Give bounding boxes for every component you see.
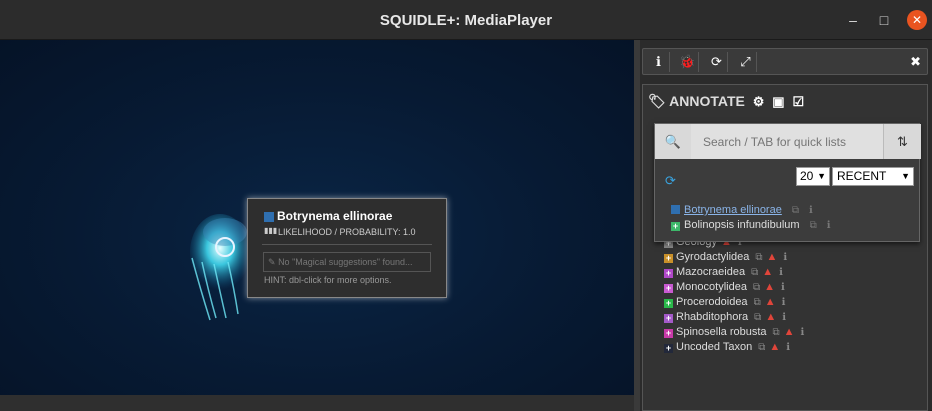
likelihood-text: LIKELIHOOD / PROBABILITY: 1.0 (278, 227, 416, 237)
warning-icon: ▲ (769, 341, 781, 353)
plus-icon[interactable]: + (664, 254, 673, 263)
annotate-title: ANNOTATE (669, 93, 745, 109)
title-bar: SQUIDLE+: MediaPlayer – □ ✕ (0, 0, 932, 40)
warning-icon: ▲ (764, 296, 776, 308)
close-window-button[interactable]: ✕ (907, 10, 927, 30)
minimize-button[interactable]: – (843, 10, 863, 30)
list-select[interactable]: RECENT ▼ (832, 167, 914, 186)
info-icon[interactable]: ℹ (801, 327, 805, 338)
side-panel: ℹ 🐞 ⟳ ⤢ ✖ 🏷 ANNOTATE ⚙ ▣ ☑ + Geology ▲ ℹ + G… (640, 40, 932, 411)
annotation-popup: Botrynema ellinorae ▮▮▮ LIKELIHOOD / PRO… (247, 198, 447, 298)
quick-item[interactable]: + Bolinopsis infundibulum ⧉ ℹ (671, 219, 831, 231)
info-icon[interactable]: ℹ (648, 52, 670, 72)
plus-icon[interactable]: + (664, 344, 673, 353)
class-row[interactable]: + Mazocraeidea ⧉ ▲ ℹ (664, 266, 783, 281)
copy-icon[interactable]: ⧉ (758, 342, 765, 353)
class-label: Mazocraeidea (676, 266, 746, 278)
search-icon[interactable]: 🔍 (655, 124, 691, 159)
class-label: Uncoded Taxon (676, 341, 753, 353)
jellyfish-image (190, 214, 250, 321)
copy-icon[interactable]: ⧉ (753, 282, 760, 293)
class-label: Spinosella robusta (676, 326, 767, 338)
search-input[interactable] (691, 124, 883, 159)
close-icon[interactable]: ✖ (910, 52, 921, 72)
info-icon[interactable]: ℹ (781, 282, 785, 293)
class-label: Procerodoidea (676, 296, 748, 308)
list-value: RECENT (837, 169, 887, 183)
count-select[interactable]: 20 ▼ (796, 167, 830, 186)
info-icon[interactable]: ℹ (782, 312, 786, 323)
copy-icon[interactable]: ⧉ (810, 220, 817, 231)
tags-icon: 🏷 (648, 93, 666, 109)
plus-icon[interactable]: + (664, 329, 673, 338)
wand-icon: ✎ (268, 257, 276, 267)
class-label: Gyrodactylidea (676, 251, 750, 263)
info-icon[interactable]: ℹ (782, 297, 786, 308)
class-row[interactable]: + Procerodoidea ⧉ ▲ ℹ (664, 296, 785, 311)
quick-item-label[interactable]: Botrynema ellinorae (684, 204, 782, 216)
window-title: SQUIDLE+: MediaPlayer (379, 12, 553, 29)
color-swatch (671, 205, 680, 214)
video-frame[interactable]: Botrynema ellinorae ▮▮▮ LIKELIHOOD / PRO… (0, 40, 634, 395)
quick-search-dropdown: 🔍 ⇅ ⟳ 20▼ RECENT▼ Botrynema ellinorae⧉ℹ … (654, 123, 921, 242)
class-label: Rhabditophora (676, 311, 749, 323)
copy-icon[interactable]: ⧉ (773, 327, 780, 338)
suggestions-text: No "Magical suggestions" found... (278, 257, 413, 267)
class-row[interactable]: + Monocotylidea ⧉ ▲ ℹ (664, 281, 785, 296)
copy-icon[interactable]: ⧉ (754, 297, 761, 308)
panel-toolbar: ℹ 🐞 ⟳ ⤢ ✖ (642, 48, 928, 75)
bug-icon[interactable]: 🐞 (677, 52, 699, 72)
copy-icon[interactable]: ⧉ (754, 312, 761, 323)
copy-icon[interactable]: ⧉ (751, 267, 758, 278)
check-square-icon[interactable]: ☑ (792, 94, 804, 109)
class-row[interactable]: + Spinosella robusta ⧉ ▲ ℹ (664, 326, 804, 341)
chevron-down-icon: ▼ (817, 171, 826, 181)
plus-icon[interactable]: + (664, 299, 673, 308)
label-name[interactable]: Botrynema ellinorae (277, 209, 392, 223)
expand-icon[interactable]: ⤢ (735, 52, 757, 72)
class-row[interactable]: + Rhabditophora ⧉ ▲ ℹ (664, 311, 786, 326)
annotation-point-marker[interactable] (215, 237, 235, 257)
info-icon[interactable]: ℹ (786, 342, 790, 353)
plus-icon[interactable]: + (664, 284, 673, 293)
plus-icon[interactable]: + (671, 222, 680, 231)
annotate-panel: 🏷 ANNOTATE ⚙ ▣ ☑ + Geology ▲ ℹ + Gyrodactyli… (642, 84, 928, 411)
gear-icon[interactable]: ⚙ (753, 94, 765, 109)
suggestions-field[interactable]: ✎ No "Magical suggestions" found... (263, 252, 431, 272)
count-value: 20 (800, 169, 814, 183)
chevron-down-icon: ▼ (901, 171, 910, 181)
maximize-button[interactable]: □ (874, 10, 894, 30)
refresh-icon[interactable]: ⟳ (665, 173, 676, 189)
refresh-icon[interactable]: ⟳ (706, 52, 728, 72)
warning-icon: ▲ (766, 251, 778, 263)
plus-icon[interactable]: + (664, 269, 673, 278)
plus-icon[interactable]: + (664, 314, 673, 323)
info-icon[interactable]: ℹ (809, 205, 813, 216)
quick-item-label[interactable]: Bolinopsis infundibulum (684, 219, 800, 231)
info-icon[interactable]: ℹ (779, 267, 783, 278)
class-row[interactable]: + Gyrodactylidea ⧉ ▲ ℹ (664, 251, 787, 266)
warning-icon: ▲ (764, 281, 775, 293)
quick-item[interactable]: Botrynema ellinorae ⧉ ℹ (671, 204, 813, 216)
info-icon[interactable]: ℹ (827, 220, 831, 231)
warning-icon: ▲ (783, 326, 795, 338)
image-icon[interactable]: ▣ (772, 94, 784, 109)
bar-chart-icon: ▮▮▮ (264, 226, 278, 235)
hint-text: HINT: dbl-click for more options. (264, 275, 392, 285)
warning-icon: ▲ (765, 311, 777, 323)
copy-icon[interactable]: ⧉ (792, 205, 799, 216)
label-color-swatch (264, 212, 274, 222)
warning-icon: ▲ (762, 266, 774, 278)
info-icon[interactable]: ℹ (783, 252, 787, 263)
divider (262, 244, 432, 245)
sort-icon[interactable]: ⇅ (883, 124, 921, 159)
class-label: Monocotylidea (676, 281, 747, 293)
class-row[interactable]: + Uncoded Taxon ⧉ ▲ ℹ (664, 341, 790, 356)
video-controls-strip (0, 395, 634, 411)
copy-icon[interactable]: ⧉ (755, 252, 762, 263)
annotate-heading: 🏷 ANNOTATE ⚙ ▣ ☑ (648, 93, 804, 110)
